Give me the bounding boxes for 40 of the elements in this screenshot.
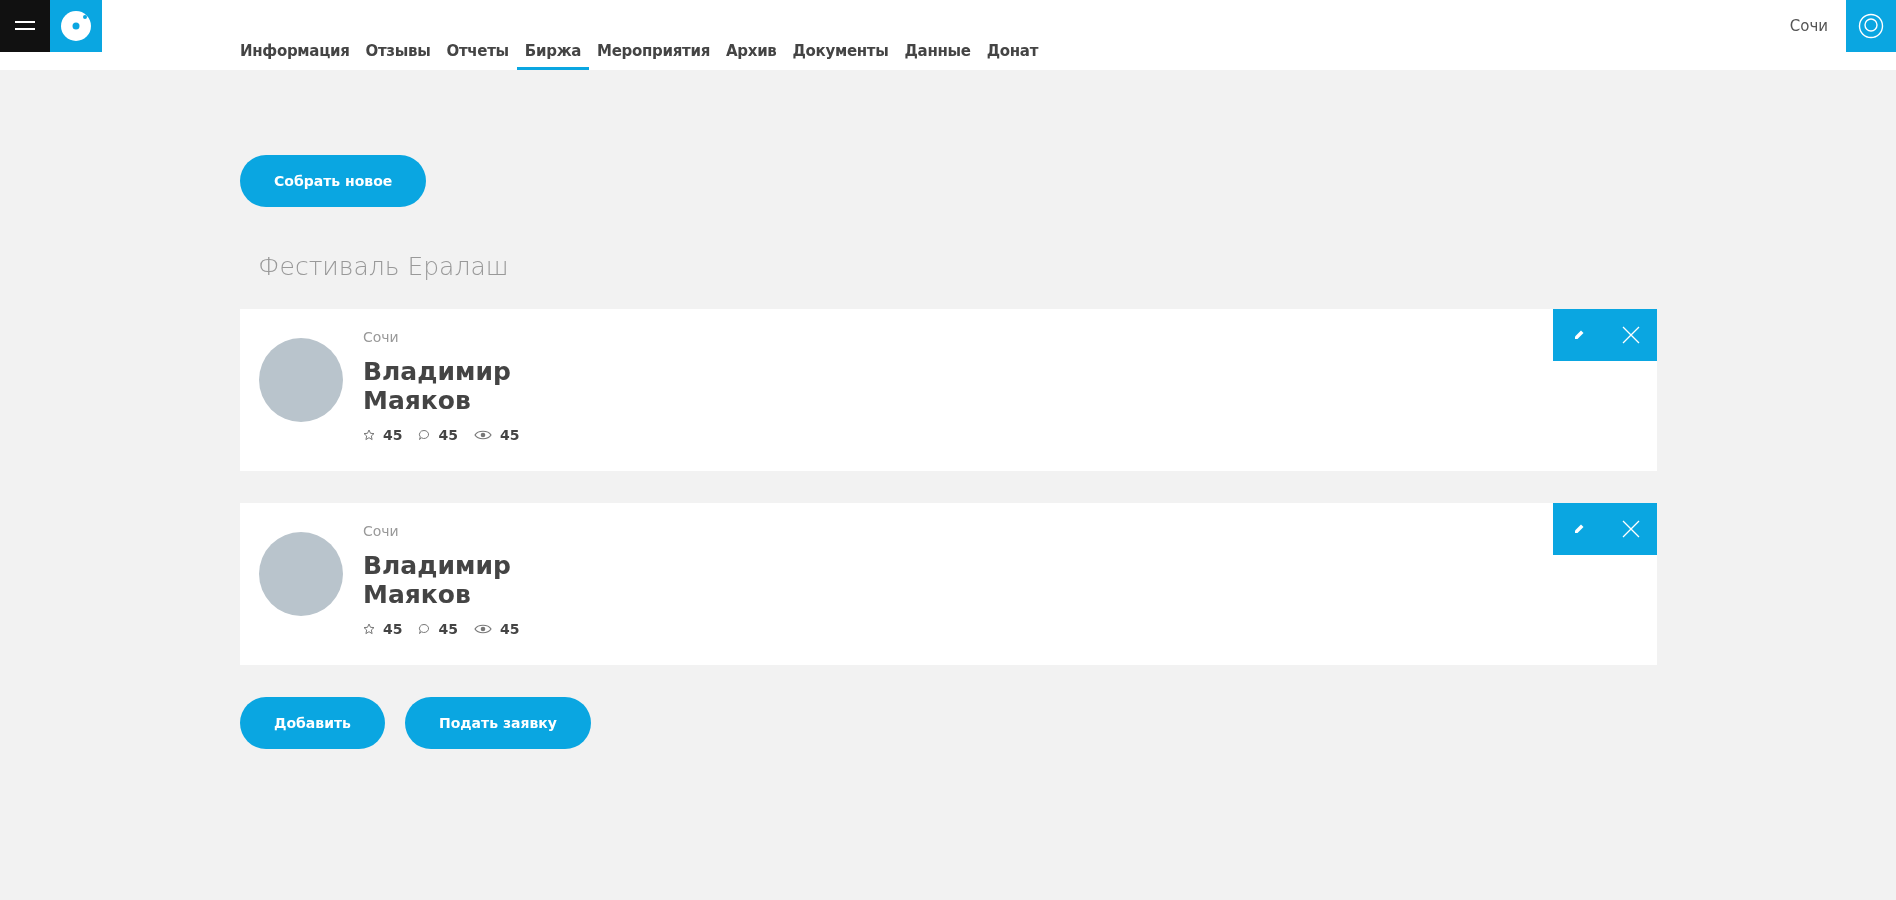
comments-count: 45 xyxy=(438,621,458,637)
profile-button[interactable] xyxy=(1846,0,1896,52)
close-icon xyxy=(1622,326,1640,344)
stars-count: 45 xyxy=(383,427,403,443)
city-label: Сочи xyxy=(1789,17,1828,35)
nav-tab[interactable]: Отзывы xyxy=(357,34,439,70)
views-count: 45 xyxy=(499,427,520,443)
star-icon xyxy=(363,623,375,635)
comment-icon xyxy=(418,623,431,635)
card-city: Сочи xyxy=(363,523,400,539)
nav-tab[interactable]: Архив xyxy=(718,34,785,70)
close-button[interactable] xyxy=(1605,309,1657,361)
card-city: Сочи xyxy=(363,329,400,345)
person-name: Владимир Маяков xyxy=(363,551,512,609)
eye-icon xyxy=(473,623,492,635)
comments-count: 45 xyxy=(438,427,458,443)
stars-count: 45 xyxy=(383,621,403,637)
nav-tab[interactable]: Биржа xyxy=(516,34,590,70)
section-title: Фестиваль Ералаш xyxy=(258,251,510,283)
disc-logo-icon xyxy=(60,10,92,42)
close-button[interactable] xyxy=(1605,503,1657,555)
close-icon xyxy=(1622,520,1640,538)
star-icon xyxy=(363,429,375,441)
eye-icon xyxy=(473,429,492,441)
nav-tab[interactable]: Отчеты xyxy=(438,34,517,70)
nav-tab[interactable]: Данные xyxy=(896,34,979,70)
edit-button[interactable] xyxy=(1553,309,1605,361)
pencil-icon xyxy=(1573,329,1585,341)
menu-icon xyxy=(15,21,35,31)
nav-tab[interactable]: Мероприятия xyxy=(589,34,718,70)
nav-tab[interactable]: Донат xyxy=(978,34,1047,70)
comment-icon xyxy=(418,429,431,441)
edit-button[interactable] xyxy=(1553,503,1605,555)
user-icon xyxy=(1858,13,1884,39)
views-count: 45 xyxy=(499,621,520,637)
nav-tab[interactable]: Документы xyxy=(784,34,897,70)
menu-button[interactable] xyxy=(0,0,50,52)
person-name: Владимир Маяков xyxy=(363,357,512,415)
pencil-icon xyxy=(1573,523,1585,535)
nav-tab[interactable]: Информация xyxy=(240,34,358,70)
